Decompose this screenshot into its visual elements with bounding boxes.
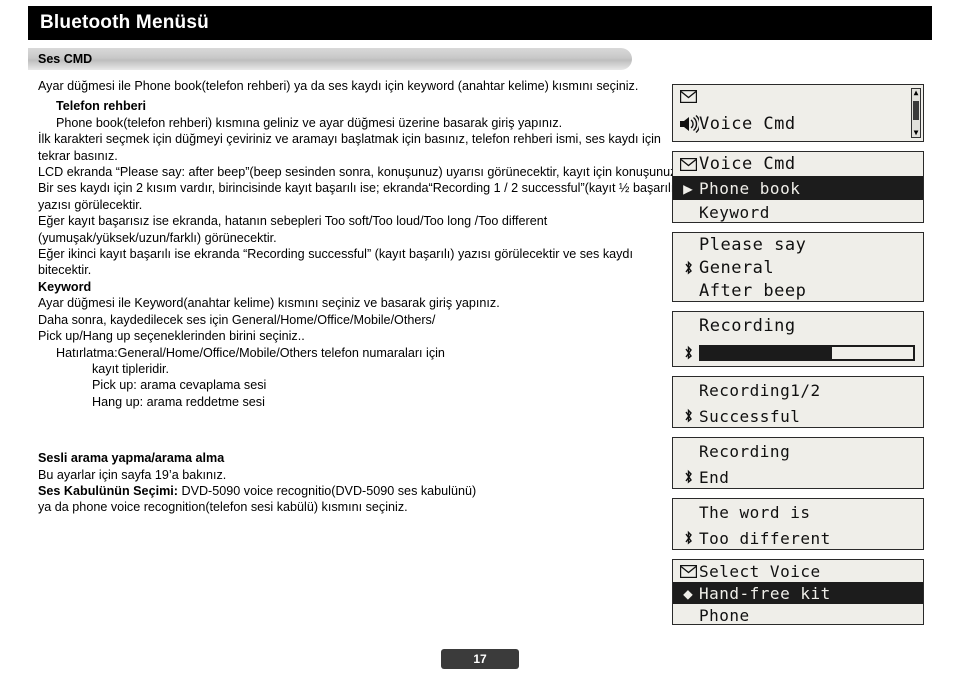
lcd-line-general: General: [699, 257, 775, 278]
speaker-icon: [677, 113, 699, 135]
lcd-line-recording-2: Recording: [699, 441, 791, 461]
lcd-recording-successful: Recording1/2 Successful: [672, 376, 924, 428]
paragraph-1: Phone book(telefon rehberi) kısmına geli…: [56, 115, 563, 130]
lcd-menu-item-hands-free[interactable]: ◆ Hand-free kit: [673, 582, 923, 604]
bluetooth-icon: [677, 530, 699, 546]
lcd-line-recording: Recording: [699, 316, 796, 336]
lcd-line-please-say: Please say: [699, 234, 807, 255]
lcd-label-hands-free: Hand-free kit: [699, 583, 831, 603]
paragraph-5: Eğer kayıt başarısız ise ekranda, hatanı…: [38, 214, 548, 245]
lcd-line-recording-half: Recording1/2: [699, 380, 821, 400]
lcd-menu-item-phone[interactable]: Phone: [673, 604, 923, 625]
bluetooth-icon: [677, 469, 699, 485]
page-number-badge: 17: [441, 649, 519, 669]
paragraph-16: ya da phone voice recognition(telefon se…: [38, 500, 408, 515]
lcd-title-select-voice: Select Voice: [699, 561, 821, 581]
bluetooth-icon: [677, 345, 699, 361]
selection-arrow-icon: ▶: [683, 178, 693, 198]
paragraph-7: Ayar düğmesi ile Keyword(anahtar kelime)…: [38, 296, 500, 311]
lcd-menu-item-phone-book[interactable]: ▶ Phone book: [673, 176, 923, 200]
paragraph-14: Bu ayarlar için sayfa 19’a bakınız.: [38, 467, 227, 482]
message-icon: [677, 89, 699, 103]
lcd-screens-column: Voice Cmd ▲ ▼ Voice Cmd ▶ Phone book Key…: [672, 84, 924, 634]
paragraph-13: Hang up: arama reddetme sesi: [92, 394, 265, 409]
recording-progress-bar: [699, 345, 915, 361]
lcd-menu-item-keyword[interactable]: Keyword: [673, 200, 923, 222]
section-header: Ses CMD: [28, 48, 632, 70]
paragraph-9: Pick up/Hang up seçeneklerinden birini s…: [38, 329, 305, 344]
paragraph-12: Pick up: arama cevaplama sesi: [92, 378, 267, 393]
lcd-label-keyword: Keyword: [699, 202, 770, 222]
lcd-too-different: The word is Too different: [672, 498, 924, 550]
recording-progress-fill: [701, 347, 833, 359]
heading-keyword: Keyword: [38, 279, 92, 294]
manual-page: Bluetooth Menüsü Ses CMD Ayar düğmesi il…: [0, 0, 960, 675]
lcd-line-after-beep: After beep: [699, 280, 807, 301]
paragraph-intro: Ayar düğmesi ile Phone book(telefon rehb…: [38, 79, 639, 93]
lcd-line-successful: Successful: [699, 406, 801, 426]
paragraph-6: Eğer ikinci kayıt başarılı ise ekranda “…: [38, 247, 633, 278]
message-icon: [677, 157, 699, 171]
lcd-line-voice-cmd: Voice Cmd: [699, 114, 796, 134]
lcd-voice-cmd-menu: Voice Cmd ▶ Phone book Keyword: [672, 151, 924, 223]
section-title: Ses CMD: [38, 52, 93, 66]
lcd-recording-end: Recording End: [672, 437, 924, 489]
selection-diamond-icon: ◆: [683, 583, 693, 603]
lcd-scrollbar[interactable]: ▲ ▼: [911, 88, 921, 138]
lcd-line-end: End: [699, 467, 730, 487]
scroll-down-arrow[interactable]: ▼: [912, 129, 920, 137]
scroll-up-arrow[interactable]: ▲: [912, 89, 920, 97]
paragraph-2: İlk karakteri seçmek için düğmeyi çeviri…: [38, 132, 661, 163]
lcd-label-phone: Phone: [699, 605, 750, 625]
page-title-bar: Bluetooth Menüsü: [28, 6, 932, 40]
heading-telefon-rehberi: Telefon rehberi: [56, 99, 147, 114]
paragraph-3: LCD ekranda “Please say: after beep”(bee…: [38, 165, 680, 180]
lcd-label-phone-book: Phone book: [699, 178, 801, 198]
lcd-recording-progress: Recording: [672, 311, 924, 367]
body-text: Ayar düğmesi ile Phone book(telefon rehb…: [30, 78, 680, 516]
paragraph-15-line: Ses Kabulünün Seçimi: DVD-5090 voice rec…: [30, 483, 680, 499]
lcd-title-voice-cmd: Voice Cmd: [699, 154, 796, 174]
lcd-select-voice: Select Voice ◆ Hand-free kit Phone: [672, 559, 924, 625]
paragraph-15: DVD-5090 voice recognitio(DVD-5090 ses k…: [181, 483, 477, 498]
heading-sesli-arama: Sesli arama yapma/arama alma: [38, 451, 225, 466]
lcd-please-say: Please say General After beep: [672, 232, 924, 302]
paragraph-4: Bir ses kaydı için 2 kısım vardır, birin…: [38, 181, 679, 212]
lcd-voice-cmd-speaker: Voice Cmd ▲ ▼: [672, 84, 924, 142]
bluetooth-icon: [677, 408, 699, 424]
paragraph-8: Daha sonra, kaydedilecek ses için Genera…: [38, 312, 436, 327]
bluetooth-icon: [677, 260, 699, 276]
lcd-line-the-word-is: The word is: [699, 502, 811, 522]
heading-ses-kabulu: Ses Kabulünün Seçimi:: [38, 483, 178, 498]
page-number: 17: [473, 652, 487, 666]
paragraph-10: Hatırlatma:General/Home/Office/Mobile/Ot…: [56, 345, 445, 360]
page-title: Bluetooth Menüsü: [40, 12, 209, 33]
message-icon: [677, 564, 699, 578]
scroll-thumb[interactable]: [913, 101, 919, 121]
lcd-line-too-different: Too different: [699, 528, 831, 548]
paragraph-11: kayıt tipleridir.: [92, 361, 169, 376]
